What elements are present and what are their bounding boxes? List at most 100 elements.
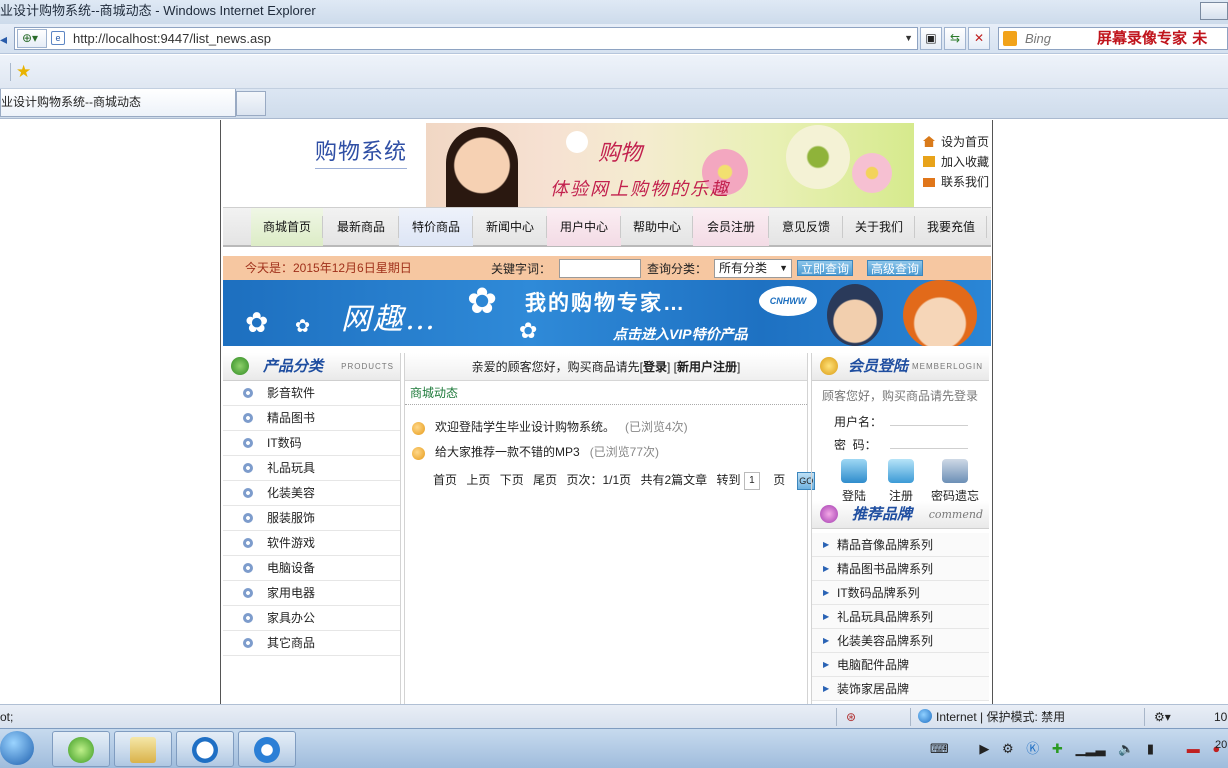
category-item[interactable]: 家用电器 xyxy=(223,581,400,606)
flag-icon[interactable]: ▬ xyxy=(1187,729,1200,768)
nav-special-offers[interactable]: 特价商品 xyxy=(399,208,473,246)
nav-recharge[interactable]: 我要充值 xyxy=(915,208,987,246)
volume-icon[interactable]: 🔈 xyxy=(1118,729,1134,768)
category-item[interactable]: 礼品玩具 xyxy=(223,456,400,481)
brand-label[interactable]: IT数码品牌系列 xyxy=(837,586,920,600)
login-button[interactable]: 登陆 xyxy=(834,459,874,504)
taskbar-ie-button[interactable] xyxy=(238,731,296,767)
taskbar-360-button[interactable] xyxy=(52,731,110,767)
brand-label[interactable]: 精品音像品牌系列 xyxy=(837,538,933,552)
category-item[interactable]: 影音软件 xyxy=(223,381,400,406)
category-select[interactable]: 所有分类 ▼ xyxy=(714,259,792,278)
category-label[interactable]: 精品图书 xyxy=(267,411,315,425)
news-item[interactable]: 欢迎登陆学生毕业设计购物系统。 (已浏览4次) xyxy=(405,415,807,440)
category-item[interactable]: 家具办公 xyxy=(223,606,400,631)
brand-item[interactable]: ▶ 装饰家居品牌 xyxy=(812,677,989,701)
category-label[interactable]: 家具办公 xyxy=(267,611,315,625)
zoom-level[interactable]: 10 xyxy=(1214,705,1227,729)
news-title[interactable]: 欢迎登陆学生毕业设计购物系统。 xyxy=(435,420,615,434)
nav-help[interactable]: 帮助中心 xyxy=(621,208,693,246)
refresh-icon[interactable]: ⇆ xyxy=(944,27,966,50)
register-button[interactable]: 注册 xyxy=(881,459,921,504)
site-logo[interactable]: 购物系统 xyxy=(315,134,408,169)
brand-label[interactable]: 精品图书品牌系列 xyxy=(837,562,933,576)
search-now-button[interactable]: 立即查询 xyxy=(797,260,854,276)
nav-user-center[interactable]: 用户中心 xyxy=(547,208,621,246)
category-label[interactable]: 电脑设备 xyxy=(267,561,315,575)
nav-home[interactable]: 商城首页 xyxy=(251,208,323,246)
contact-link[interactable]: 联系我们 xyxy=(921,172,993,192)
tray-expand-icon[interactable]: ▶ xyxy=(979,729,989,768)
category-item[interactable]: 精品图书 xyxy=(223,406,400,431)
tab-current[interactable]: 业设计购物系统--商城动态 xyxy=(0,89,236,117)
favorites-star-icon[interactable]: ★ xyxy=(16,62,31,82)
taskbar-explorer-button[interactable] xyxy=(114,731,172,767)
brand-item[interactable]: ▶ 电脑配件品牌 xyxy=(812,653,989,677)
category-item[interactable]: 其它商品 xyxy=(223,631,400,656)
forgot-password-button[interactable]: 密码遗忘 xyxy=(928,459,982,504)
k-tray-icon[interactable]: Ⓚ xyxy=(1026,729,1039,768)
page-number-input[interactable]: 1 xyxy=(743,471,760,490)
add-favorite-label[interactable]: 加入收藏 xyxy=(941,155,989,169)
category-item[interactable]: 化装美容 xyxy=(223,481,400,506)
security-zone[interactable]: Internet | 保护模式: 禁用 xyxy=(918,705,1065,729)
category-dropdown-icon[interactable]: ▼ xyxy=(779,260,788,277)
category-item[interactable]: 服装服饰 xyxy=(223,506,400,531)
address-bar[interactable]: ⊕▾ e http://localhost:9447/list_news.asp… xyxy=(14,27,918,50)
pager-first[interactable]: 首页 xyxy=(433,473,457,487)
start-button[interactable] xyxy=(0,731,34,765)
news-title[interactable]: 给大家推荐一款不错的MP3 xyxy=(435,445,580,459)
pager-next[interactable]: 下页 xyxy=(500,473,524,487)
nav-register[interactable]: 会员注册 xyxy=(693,208,769,246)
brand-item[interactable]: ▶ 礼品玩具品牌系列 xyxy=(812,605,989,629)
address-dropdown-icon[interactable]: ▼ xyxy=(904,28,913,49)
brand-item[interactable]: ▶ IT数码品牌系列 xyxy=(812,581,989,605)
brand-item[interactable]: ▶ 化装美容品牌系列 xyxy=(812,629,989,653)
brand-label[interactable]: 化装美容品牌系列 xyxy=(837,634,933,648)
brand-label[interactable]: 电脑配件品牌 xyxy=(837,658,909,672)
keyboard-icon[interactable]: ⌨ xyxy=(930,729,949,768)
category-label[interactable]: 软件游戏 xyxy=(267,536,315,550)
set-homepage-label[interactable]: 设为首页 xyxy=(941,135,989,149)
tools-dropdown-icon[interactable]: ⚙▾ xyxy=(1154,705,1171,729)
category-selected-value[interactable]: 所有分类 xyxy=(719,261,767,275)
category-item[interactable]: 软件游戏 xyxy=(223,531,400,556)
compat-view-icon[interactable]: ▣ xyxy=(920,27,942,50)
signal-icon[interactable]: ▁▂▃ xyxy=(1075,729,1105,768)
url-text[interactable]: http://localhost:9447/list_news.asp xyxy=(73,28,271,49)
pager-last[interactable]: 尾页 xyxy=(533,473,557,487)
password-input[interactable] xyxy=(890,448,968,449)
category-label[interactable]: 家用电器 xyxy=(267,586,315,600)
category-item[interactable]: IT数码 xyxy=(223,431,400,456)
nav-feedback[interactable]: 意见反馈 xyxy=(769,208,843,246)
vip-banner[interactable]: ✿ ✿ ✿ ✿ 网趣… 我的购物专家… 点击进入VIP特价产品 CNHWW xyxy=(223,280,991,346)
category-label[interactable]: 服装服饰 xyxy=(267,511,315,525)
register-link[interactable]: 新用户注册 xyxy=(677,360,737,374)
clock[interactable]: 20 xyxy=(1215,739,1227,751)
taskbar-k-button[interactable] xyxy=(176,731,234,767)
keyword-input[interactable] xyxy=(559,259,641,278)
nav-new-products[interactable]: 最新商品 xyxy=(323,208,399,246)
category-label[interactable]: 化装美容 xyxy=(267,486,315,500)
brand-label[interactable]: 装饰家居品牌 xyxy=(837,682,909,696)
advanced-search-button[interactable]: 高级查询 xyxy=(867,260,924,276)
news-item[interactable]: 给大家推荐一款不错的MP3 (已浏览77次) xyxy=(405,440,807,465)
search-box[interactable]: Bing 屏幕录像专家 未 xyxy=(998,27,1228,50)
brand-label[interactable]: 礼品玩具品牌系列 xyxy=(837,610,933,624)
popup-blocker-icon[interactable]: ⊛ xyxy=(846,705,856,729)
banner-vip-text[interactable]: 点击进入VIP特价产品 xyxy=(613,324,748,344)
network-tool-icon[interactable]: ⚙ xyxy=(1002,729,1014,768)
new-tab-button[interactable] xyxy=(236,91,266,116)
category-item[interactable]: 电脑设备 xyxy=(223,556,400,581)
zone-label[interactable]: Internet | 保护模式: 禁用 xyxy=(936,710,1065,724)
login-link[interactable]: 登录 xyxy=(643,360,667,374)
battery-icon[interactable]: ▮ xyxy=(1147,729,1154,768)
category-label[interactable]: 礼品玩具 xyxy=(267,461,315,475)
stop-icon[interactable]: ✕ xyxy=(968,27,990,50)
category-label[interactable]: 其它商品 xyxy=(267,636,315,650)
brand-item[interactable]: ▶ 精品图书品牌系列 xyxy=(812,557,989,581)
page-menu-button[interactable]: ⊕▾ xyxy=(17,29,47,48)
nav-news[interactable]: 新闻中心 xyxy=(473,208,547,246)
category-label[interactable]: 影音软件 xyxy=(267,386,315,400)
add-favorite-link[interactable]: 加入收藏 xyxy=(921,152,993,172)
